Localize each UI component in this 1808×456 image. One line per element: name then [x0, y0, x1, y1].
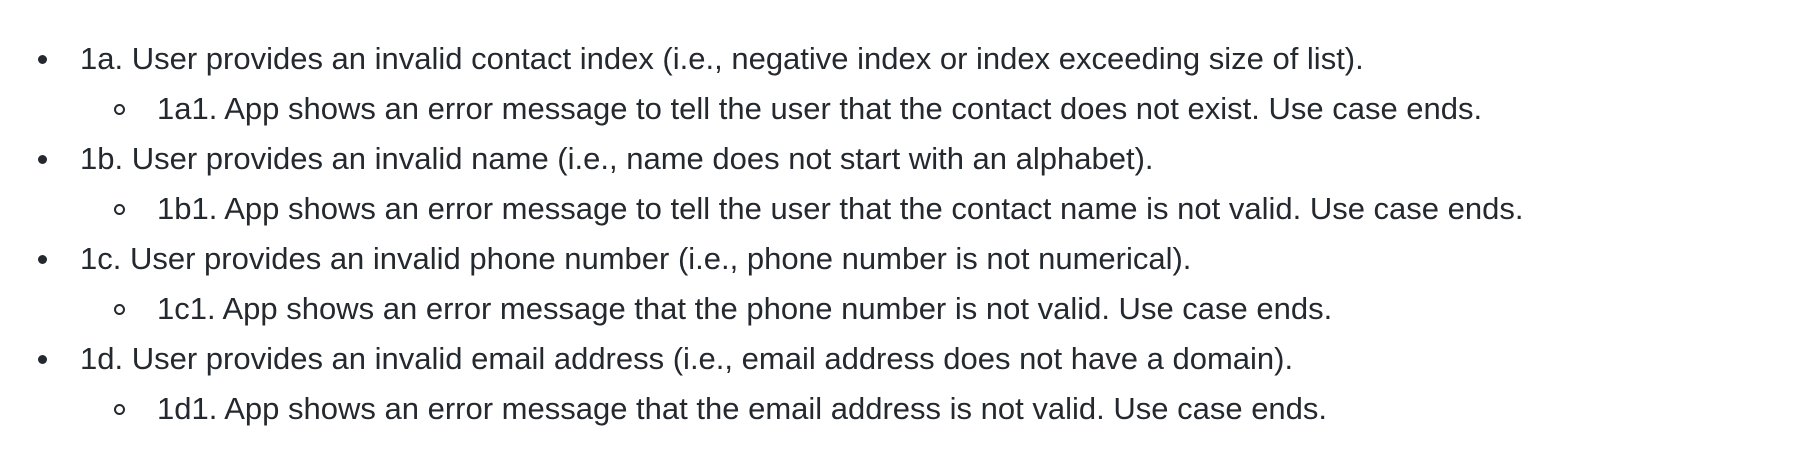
list-item-1d: 1d. User provides an invalid email addre…	[0, 334, 1808, 434]
sub-list-item-1b1: 1b1. App shows an error message to tell …	[0, 184, 1808, 234]
list-item-1c: 1c. User provides an invalid phone numbe…	[0, 234, 1808, 334]
bullet-disc-icon	[38, 155, 47, 164]
sub-list: 1b1. App shows an error message to tell …	[0, 184, 1808, 234]
sub-list-item-1c1: 1c1. App shows an error message that the…	[0, 284, 1808, 334]
bullet-circle-icon	[114, 204, 125, 215]
sub-list-item-1d1: 1d1. App shows an error message that the…	[0, 384, 1808, 434]
extension-text: 1d. User provides an invalid email addre…	[80, 341, 1294, 376]
extension-line-1a: 1a. User provides an invalid contact ind…	[0, 34, 1808, 84]
extension-text: 1a. User provides an invalid contact ind…	[80, 41, 1364, 76]
sub-extension-text: 1d1. App shows an error message that the…	[157, 391, 1328, 426]
sub-extension-text: 1b1. App shows an error message to tell …	[157, 191, 1524, 226]
extension-line-1c: 1c. User provides an invalid phone numbe…	[0, 234, 1808, 284]
list-item-1a: 1a. User provides an invalid contact ind…	[0, 34, 1808, 134]
bullet-disc-icon	[38, 55, 47, 64]
extensions-section: 1a. User provides an invalid contact ind…	[0, 0, 1808, 434]
extension-text: 1b. User provides an invalid name (i.e.,…	[80, 141, 1154, 176]
sub-list: 1c1. App shows an error message that the…	[0, 284, 1808, 334]
extension-line-1b: 1b. User provides an invalid name (i.e.,…	[0, 134, 1808, 184]
extension-text: 1c. User provides an invalid phone numbe…	[80, 241, 1192, 276]
sub-list: 1a1. App shows an error message to tell …	[0, 84, 1808, 134]
extension-line-1d: 1d. User provides an invalid email addre…	[0, 334, 1808, 384]
sub-extension-text: 1c1. App shows an error message that the…	[157, 291, 1333, 326]
list-item-1b: 1b. User provides an invalid name (i.e.,…	[0, 134, 1808, 234]
sub-extension-text: 1a1. App shows an error message to tell …	[157, 91, 1483, 126]
bullet-circle-icon	[114, 104, 125, 115]
bullet-circle-icon	[114, 404, 125, 415]
sub-list-item-1a1: 1a1. App shows an error message to tell …	[0, 84, 1808, 134]
bullet-disc-icon	[38, 355, 47, 364]
bullet-circle-icon	[114, 304, 125, 315]
extensions-list: 1a. User provides an invalid contact ind…	[0, 34, 1808, 434]
sub-list: 1d1. App shows an error message that the…	[0, 384, 1808, 434]
bullet-disc-icon	[38, 255, 47, 264]
